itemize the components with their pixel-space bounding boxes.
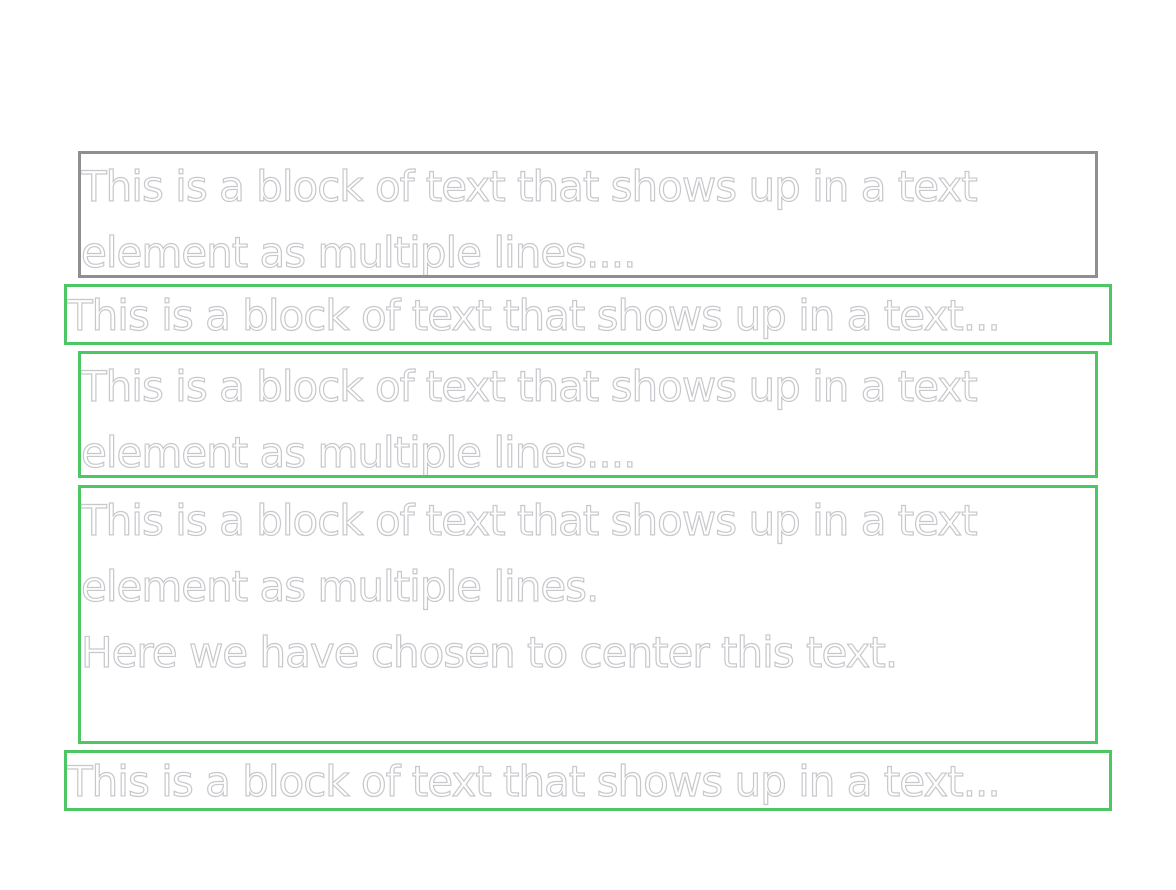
text-block-truncated-multiline-selected: This is a block of text that shows up in… bbox=[78, 351, 1098, 478]
text-line: This is a block of text that shows up in… bbox=[81, 495, 978, 545]
text-line: element as multiple lines. bbox=[81, 561, 600, 611]
text-block-single-line-truncated-bottom: This is a block of text that shows up in… bbox=[64, 750, 1112, 811]
text-block-centered: This is a block of text that shows up in… bbox=[78, 485, 1098, 744]
text-line: This is a block of text that shows up in… bbox=[81, 361, 978, 411]
text-line-centered: Here we have chosen to center this text. bbox=[81, 627, 899, 677]
text-block-truncated-multiline: This is a block of text that shows up in… bbox=[78, 151, 1098, 278]
canvas: This is a block of text that shows up in… bbox=[0, 0, 1176, 890]
text-line: This is a block of text that shows up in… bbox=[67, 756, 1001, 806]
text-line: element as multiple lines.... bbox=[81, 227, 637, 277]
text-line: This is a block of text that shows up in… bbox=[67, 290, 1001, 340]
text-line: This is a block of text that shows up in… bbox=[81, 161, 978, 211]
text-block-single-line-truncated: This is a block of text that shows up in… bbox=[64, 284, 1112, 345]
text-line: element as multiple lines.... bbox=[81, 427, 637, 477]
